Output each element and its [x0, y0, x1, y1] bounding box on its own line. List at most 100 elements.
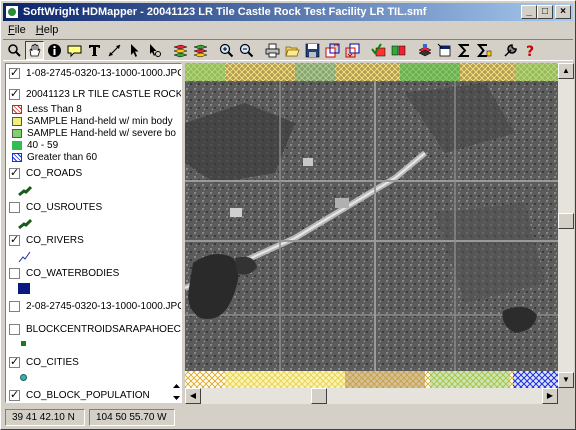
filter-icon [391, 45, 406, 55]
horizontal-scroll-thumb[interactable] [311, 388, 327, 404]
pan-tool-button[interactable] [25, 40, 44, 60]
legend-class: SAMPLE Hand-held w/ severe bo [12, 128, 176, 139]
minimize-button[interactable]: _ [521, 5, 537, 19]
layer-name: CO_BLOCK_POPULATION [26, 390, 150, 401]
close-button[interactable]: × [555, 5, 571, 19]
layer-visibility-checkbox[interactable] [9, 268, 20, 279]
layer-visibility-checkbox[interactable] [9, 66, 20, 79]
maximize-button[interactable]: □ [537, 5, 553, 19]
menu-bar: File Help [3, 22, 573, 38]
properties-icon [437, 43, 451, 56]
map-horizontal-scrollbar[interactable]: ◀ ▶ [185, 388, 558, 404]
layer-up-button[interactable] [323, 41, 342, 60]
layer-row[interactable]: 20041123 LR TILE CASTLE ROCK TE [9, 87, 181, 100]
layer-row[interactable]: CO_RIVERS [9, 233, 84, 246]
database-button[interactable] [415, 41, 434, 60]
layer-visibility-checkbox[interactable] [9, 324, 20, 335]
layer-visibility-checkbox[interactable] [9, 166, 20, 179]
legend-class-label: Greater than 60 [27, 152, 98, 163]
label-tool-button[interactable] [65, 41, 84, 60]
menu-help[interactable]: Help [31, 24, 64, 36]
layer-name: 1-08-2745-0320-13-1000-1000.JPG (In [26, 68, 182, 79]
edit-tool-button[interactable] [145, 41, 164, 60]
layer-row[interactable]: CO_ROADS [9, 166, 82, 179]
zoom-in-icon [219, 43, 234, 57]
add-layer-button[interactable] [171, 41, 190, 60]
map-view[interactable] [185, 63, 558, 388]
info-tool-button[interactable] [45, 41, 64, 60]
save-button[interactable] [303, 41, 322, 60]
zoom-in-button[interactable] [217, 41, 236, 60]
text-tool-button[interactable] [85, 41, 104, 60]
layers-add-icon [173, 44, 188, 57]
check-layer-button[interactable] [369, 41, 388, 60]
city-point-symbol-icon [20, 374, 27, 381]
settings-button[interactable] [501, 41, 520, 60]
window-title: SoftWright HDMapper - 20041123 LR Tile C… [23, 6, 427, 18]
menu-file-hotkey: F [8, 24, 15, 36]
filter-button[interactable] [389, 41, 408, 60]
vertical-scroll-thumb[interactable] [558, 213, 574, 229]
layer-visibility-checkbox[interactable] [9, 355, 20, 368]
swatch-severe-body [12, 129, 22, 138]
scroll-up-button[interactable]: ▲ [558, 63, 574, 79]
map-vertical-scrollbar[interactable]: ▲ ▼ [558, 63, 574, 388]
usroute-line-symbol-icon [18, 218, 32, 230]
help-question-icon: ? [526, 44, 534, 58]
toolbar: ? [3, 39, 573, 61]
layer-visibility-checkbox[interactable] [9, 233, 20, 246]
hand-icon [29, 42, 41, 56]
menu-help-rest: elp [43, 24, 59, 36]
text-t-icon [89, 44, 100, 56]
layer-row[interactable]: CO_BLOCK_POPULATION [9, 388, 150, 401]
layer-row[interactable]: CO_CITIES [9, 355, 79, 368]
zoom-out-icon [239, 43, 254, 57]
remove-layer-button[interactable] [191, 41, 210, 60]
layer-visibility-checkbox[interactable] [9, 87, 20, 100]
layer-name: BLOCKCENTROIDSARAPAHOECOU [26, 324, 182, 335]
help-button[interactable]: ? [521, 41, 540, 60]
layer-name: CO_CITIES [26, 357, 79, 368]
swatch-less-than-8 [12, 105, 22, 114]
layer-visibility-checkbox[interactable] [9, 388, 20, 401]
scroll-right-button[interactable]: ▶ [542, 388, 558, 404]
legend-scroll-arrows-icon[interactable] [172, 382, 181, 402]
select-tool-button[interactable] [125, 41, 144, 60]
zoom-tool-button[interactable] [5, 41, 24, 60]
layer-name: 2-08-2745-0320-13-1000-1000.JPG (In [26, 301, 182, 312]
latitude-readout: 39 41 42.10 N [5, 409, 85, 426]
layer-row[interactable]: 1-08-2745-0320-13-1000-1000.JPG (In [9, 66, 182, 79]
layer-visibility-checkbox[interactable] [9, 301, 20, 312]
measure-tool-button[interactable] [105, 41, 124, 60]
layer-row[interactable]: 2-08-2745-0320-13-1000-1000.JPG (In [9, 301, 182, 312]
legend-class: 40 - 59 [12, 140, 58, 151]
properties-button[interactable] [435, 41, 454, 60]
menu-help-hotkey: H [35, 24, 44, 36]
edit-pointer-icon [150, 43, 161, 57]
svg-text:?: ? [526, 44, 534, 58]
app-icon[interactable] [5, 5, 19, 19]
legend-class-label: Less Than 8 [27, 104, 82, 115]
layer-row[interactable]: CO_USROUTES [9, 202, 102, 213]
floppy-icon [305, 43, 320, 57]
road-line-symbol-icon [18, 185, 32, 197]
layer-down-button[interactable] [343, 41, 362, 60]
layer-row[interactable]: CO_WATERBODIES [9, 268, 119, 279]
layer-name: CO_USROUTES [26, 202, 103, 213]
status-bar: 39 41 42.10 N 104 50 55.70 W [3, 407, 573, 427]
legend-class-label: SAMPLE Hand-held w/ severe bo [27, 128, 176, 139]
open-button[interactable] [283, 41, 302, 60]
menu-file[interactable]: File [3, 24, 31, 36]
print-button[interactable] [263, 41, 282, 60]
scroll-left-button[interactable]: ◀ [185, 388, 201, 404]
title-bar[interactable]: SoftWright HDMapper - 20041123 LR Tile C… [3, 3, 573, 21]
aerial-imagery-map[interactable] [185, 63, 558, 388]
layer-row[interactable]: BLOCKCENTROIDSARAPAHOECOU [9, 324, 182, 335]
layer-visibility-checkbox[interactable] [9, 202, 20, 213]
sum-button[interactable] [455, 41, 474, 60]
zoom-out-button[interactable] [237, 41, 256, 60]
measure-icon [108, 44, 121, 56]
scroll-down-button[interactable]: ▼ [558, 372, 574, 388]
layers-remove-icon [193, 44, 208, 57]
sum-export-button[interactable] [475, 41, 494, 60]
